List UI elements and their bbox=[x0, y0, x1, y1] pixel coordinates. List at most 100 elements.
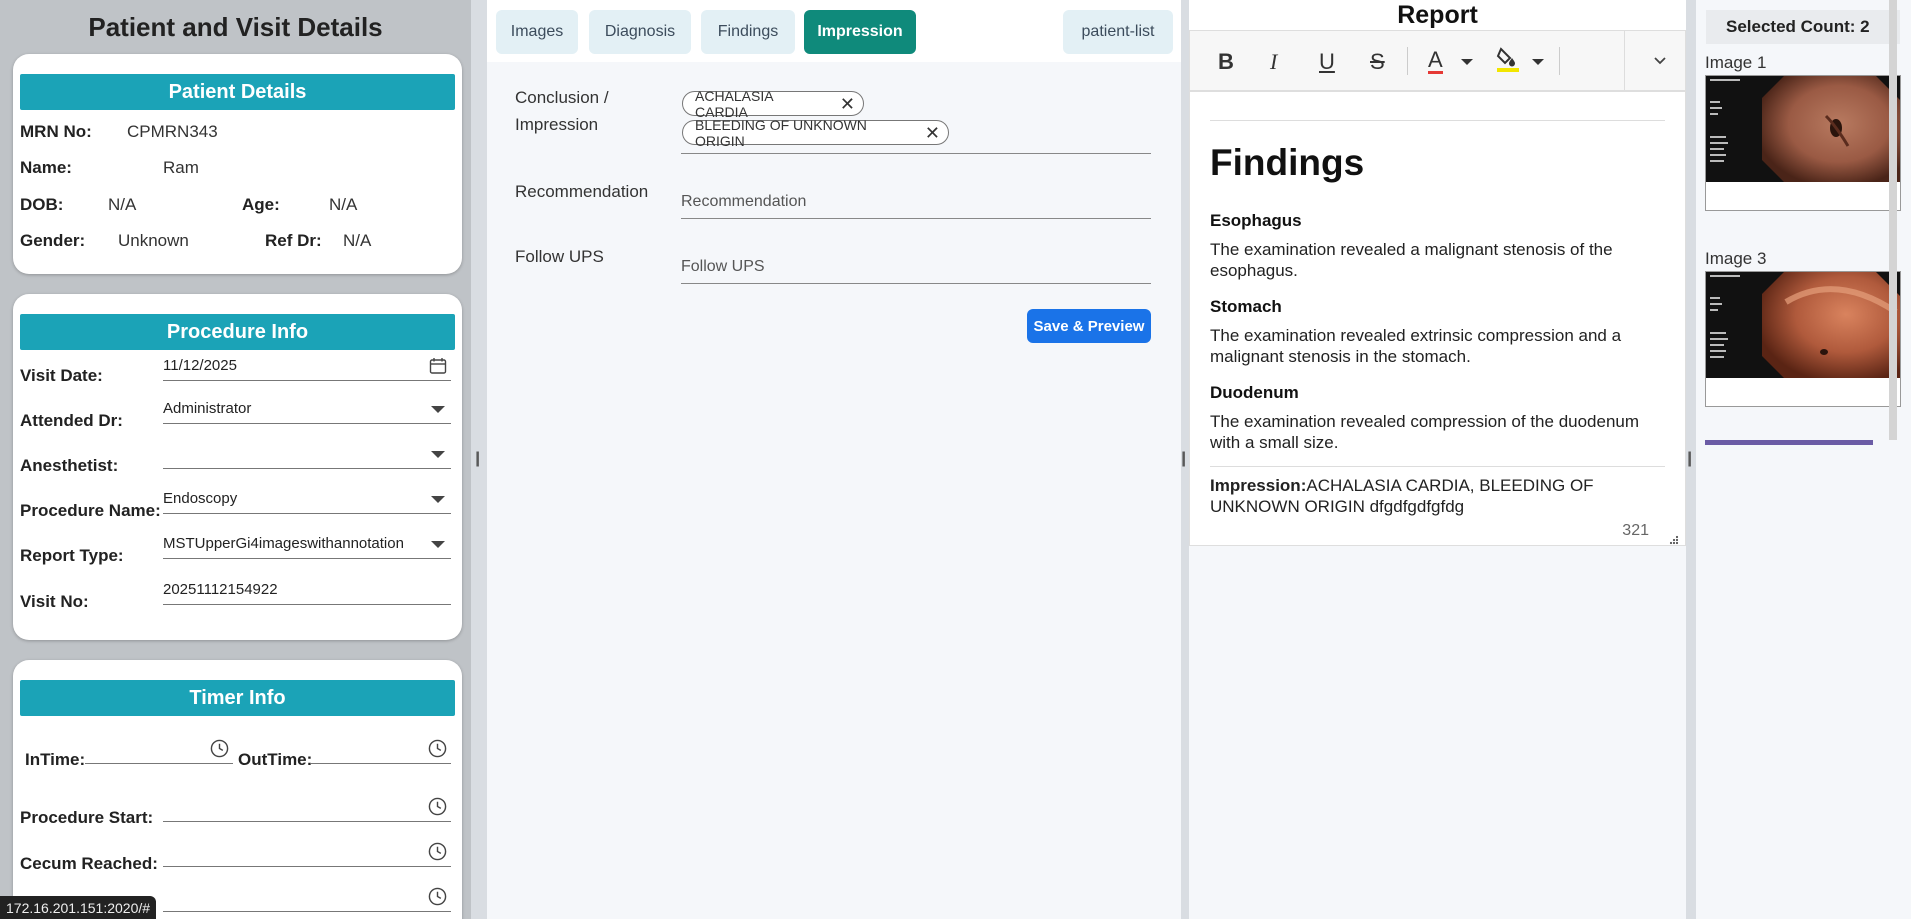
section-title-stomach: Stomach bbox=[1210, 297, 1282, 316]
attended-dr-value: Administrator bbox=[163, 400, 252, 417]
age-value: N/A bbox=[329, 195, 358, 214]
chip-achalasia-cardia: ACHALASIA CARDIA ✕ bbox=[682, 88, 864, 120]
patient-visit-panel: Patient and Visit Details Patient Detail… bbox=[0, 0, 471, 919]
chevron-down-icon bbox=[431, 496, 445, 503]
follow-ups-input[interactable]: Follow UPS bbox=[681, 251, 1151, 284]
procedure-name-label: Procedure Name: bbox=[20, 501, 161, 520]
toolbar-divider bbox=[1559, 47, 1560, 75]
save-preview-button[interactable]: Save & Preview bbox=[1027, 309, 1151, 343]
timer-info-header: Timer Info bbox=[20, 680, 455, 716]
follow-ups-placeholder: Follow UPS bbox=[681, 258, 765, 275]
panel-title: Patient and Visit Details bbox=[88, 11, 383, 42]
drag-handle-icon[interactable]: || bbox=[1687, 450, 1693, 468]
scrollbar[interactable] bbox=[1889, 0, 1897, 440]
clock-icon[interactable] bbox=[210, 739, 229, 762]
clock-icon[interactable] bbox=[428, 739, 447, 762]
chip-label: ACHALASIA CARDIA bbox=[695, 87, 773, 120]
editor-toolbar: B I U S A bbox=[1189, 30, 1686, 91]
font-color-button[interactable]: A bbox=[1428, 49, 1443, 74]
panel-splitter[interactable]: || bbox=[471, 0, 487, 919]
visit-date-value: 11/12/2025 bbox=[163, 357, 237, 374]
tab-images[interactable]: Images bbox=[496, 10, 578, 54]
underline-button[interactable]: U bbox=[1319, 49, 1335, 75]
refdr-value: N/A bbox=[343, 231, 372, 250]
horizontal-scrollbar[interactable] bbox=[1705, 440, 1873, 445]
gender-value: Unknown bbox=[118, 231, 189, 250]
timer-info-card: Timer Info InTime: OutTime: Procedure St… bbox=[13, 660, 462, 919]
procedure-start-label: Procedure Start: bbox=[20, 808, 154, 827]
report-type-select[interactable]: MSTUpperGi4imageswithannotation bbox=[163, 529, 451, 559]
visit-date-label: Visit Date: bbox=[20, 366, 103, 385]
tab-findings[interactable]: Findings bbox=[701, 10, 795, 54]
cecum-reached-input[interactable] bbox=[163, 837, 451, 867]
procedure-name-value: Endoscopy bbox=[163, 490, 238, 507]
procedure-start-input[interactable] bbox=[163, 792, 451, 822]
patient-list-button[interactable]: patient-list bbox=[1063, 10, 1173, 54]
strikethrough-button[interactable]: S bbox=[1370, 49, 1385, 75]
panel-splitter[interactable]: || bbox=[1686, 0, 1696, 919]
chip-bleeding-unknown-origin: BLEEDING OF UNKNOWN ORIGIN ✕ bbox=[682, 117, 949, 149]
anesthetist-select[interactable] bbox=[163, 439, 451, 469]
chevron-down-icon bbox=[431, 406, 445, 413]
resize-handle-icon[interactable] bbox=[1669, 532, 1679, 550]
patient-details-card: Patient Details MRN No: CPMRN343 Name: R… bbox=[13, 54, 462, 274]
endoscopy-image bbox=[1706, 272, 1900, 378]
section-text-duodenum: The examination revealed compression of … bbox=[1210, 412, 1640, 452]
chevron-down-icon[interactable] bbox=[1461, 59, 1473, 65]
image-thumbnail[interactable] bbox=[1705, 75, 1901, 211]
calendar-icon[interactable] bbox=[429, 357, 447, 379]
age-label: Age: bbox=[242, 195, 280, 214]
anesthetist-label: Anesthetist: bbox=[20, 456, 119, 475]
toolbar-divider bbox=[1624, 31, 1625, 90]
tab-diagnosis[interactable]: Diagnosis bbox=[589, 10, 691, 54]
selected-images-panel: Selected Count: 2 Image 1 Image 3 bbox=[1696, 0, 1911, 919]
drag-handle-icon[interactable]: || bbox=[1181, 450, 1187, 468]
section-text-stomach: The examination revealed extrinsic compr… bbox=[1210, 326, 1622, 366]
selected-count: Selected Count: 2 bbox=[1706, 10, 1900, 44]
status-url: 172.16.201.151:2020/# bbox=[0, 896, 157, 919]
italic-button[interactable]: I bbox=[1270, 49, 1277, 75]
divider bbox=[1210, 120, 1665, 121]
recommendation-input[interactable]: Recommendation bbox=[681, 186, 1151, 219]
timer-extra-input[interactable] bbox=[163, 882, 451, 912]
tab-impression[interactable]: Impression bbox=[804, 10, 916, 54]
visit-no-value: 20251112154922 bbox=[163, 581, 278, 598]
recommendation-placeholder: Recommendation bbox=[681, 193, 807, 210]
intime-label: InTime: bbox=[25, 750, 86, 769]
visit-no-label: Visit No: bbox=[20, 592, 89, 611]
clock-icon[interactable] bbox=[428, 842, 447, 865]
procedure-name-select[interactable]: Endoscopy bbox=[163, 484, 451, 514]
name-label: Name: bbox=[20, 158, 72, 177]
toolbar-divider bbox=[1407, 47, 1408, 75]
impression-paragraph: Impression:ACHALASIA CARDIA, BLEEDING OF… bbox=[1210, 475, 1660, 517]
visit-no-input[interactable]: 20251112154922 bbox=[163, 575, 451, 605]
chevron-down-icon[interactable] bbox=[1532, 59, 1544, 65]
dob-value: N/A bbox=[108, 195, 137, 214]
image-label: Image 3 bbox=[1705, 249, 1767, 268]
report-type-value: MSTUpperGi4imageswithannotation bbox=[163, 535, 404, 552]
chevron-down-icon bbox=[431, 451, 445, 458]
findings-heading: Findings bbox=[1210, 142, 1365, 183]
visit-date-input[interactable]: 11/12/2025 bbox=[163, 351, 451, 381]
bold-button[interactable]: B bbox=[1218, 49, 1234, 75]
intime-input[interactable] bbox=[85, 734, 233, 764]
outtime-input[interactable] bbox=[311, 734, 451, 764]
image-thumbnail[interactable] bbox=[1705, 271, 1901, 407]
cecum-reached-label: Cecum Reached: bbox=[20, 854, 158, 873]
drag-handle-icon[interactable]: || bbox=[475, 450, 481, 468]
mrn-label: MRN No: bbox=[20, 122, 92, 141]
clock-icon[interactable] bbox=[428, 797, 447, 820]
chevron-down-icon bbox=[431, 541, 445, 548]
panel-splitter[interactable]: || bbox=[1181, 0, 1189, 919]
clock-icon[interactable] bbox=[428, 887, 447, 910]
endoscopy-image bbox=[1706, 76, 1900, 182]
highlight-color-icon[interactable] bbox=[1496, 45, 1520, 78]
name-value: Ram bbox=[163, 158, 199, 177]
report-editor[interactable]: Findings Esophagus The examination revea… bbox=[1189, 91, 1686, 546]
report-title: Report bbox=[1189, 0, 1686, 30]
close-icon[interactable]: ✕ bbox=[925, 124, 940, 142]
close-icon[interactable]: ✕ bbox=[840, 95, 855, 113]
chevron-down-icon[interactable] bbox=[1653, 53, 1667, 71]
attended-dr-select[interactable]: Administrator bbox=[163, 394, 451, 424]
section-title-esophagus: Esophagus bbox=[1210, 211, 1302, 230]
